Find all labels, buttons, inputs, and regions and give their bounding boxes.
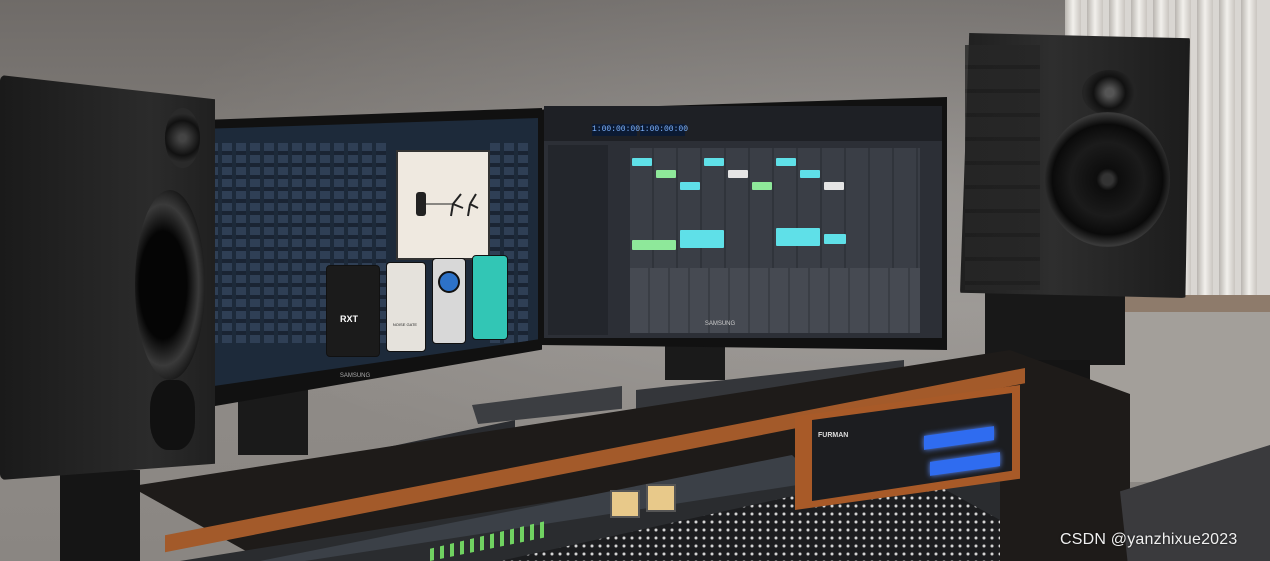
daw-clip	[704, 158, 724, 166]
daw-browser-panel	[548, 145, 608, 335]
plugin-diagram-icon	[416, 192, 479, 217]
daw-clip	[776, 158, 796, 166]
daw-clip	[752, 182, 772, 190]
daw-clip	[632, 158, 652, 166]
mixer-channel	[264, 143, 274, 343]
daw-time-display: 1:00:00:00	[592, 124, 641, 136]
plugin-image	[396, 150, 490, 260]
watermark-text: CSDN @yanzhixue2023	[1060, 531, 1238, 548]
rack-top-label: FURMAN	[818, 432, 849, 439]
delay-pedal	[432, 258, 466, 344]
daw-clip	[680, 230, 724, 248]
mixer-channel	[236, 143, 246, 343]
rack-display	[924, 426, 994, 450]
daw-transport-bar: 1:00:00:00 1:00:00:00	[544, 106, 942, 141]
delay-pedal-knob-icon	[438, 271, 460, 293]
right-speaker-side	[965, 45, 1040, 290]
right-speaker-woofer	[1045, 112, 1170, 247]
daw-session-grid	[630, 148, 920, 268]
daw-clip	[680, 182, 700, 190]
blind-slat	[1219, 0, 1235, 300]
noise-gate-pedal	[386, 262, 426, 352]
mixer-channel	[518, 143, 528, 343]
reverb-pedal	[472, 255, 508, 340]
noise-gate-pedal-label: NOISE GATE	[392, 322, 418, 327]
vu-meter	[646, 484, 676, 512]
daw-clip	[632, 240, 676, 250]
mixer-channel	[222, 143, 232, 343]
mixer-channel	[292, 143, 302, 343]
daw-clip	[776, 228, 820, 246]
right-speaker-tweeter	[1082, 70, 1137, 115]
mixer-channel	[250, 143, 260, 343]
rxt-pedal-label: RXT	[340, 314, 358, 324]
daw-mixer	[630, 268, 920, 333]
blind-slat	[1197, 0, 1213, 300]
blind-slat	[1241, 0, 1257, 300]
daw-clip	[728, 170, 748, 178]
left-speaker-tweeter	[165, 108, 200, 168]
left-speaker-stand	[60, 470, 140, 561]
daw-time-display: 1:00:00:00	[640, 124, 689, 136]
rxt-pedal	[326, 265, 380, 357]
mixer-channel	[278, 143, 288, 343]
daw-clip	[800, 170, 820, 178]
studio-photo: RXT NOISE GATE SAMSUNG 1:00:00:00 1:00:0…	[0, 0, 1270, 561]
right-monitor-brand: SAMSUNG	[704, 321, 736, 327]
daw-clip	[824, 182, 844, 190]
mixer-channel	[306, 143, 316, 343]
left-speaker-woofer	[135, 190, 205, 380]
left-speaker-port	[150, 380, 195, 450]
daw-clip	[656, 170, 676, 178]
rack-display	[930, 452, 1000, 476]
left-monitor-brand: SAMSUNG	[339, 373, 371, 379]
daw-clip	[824, 234, 846, 244]
vu-meter	[610, 490, 640, 518]
